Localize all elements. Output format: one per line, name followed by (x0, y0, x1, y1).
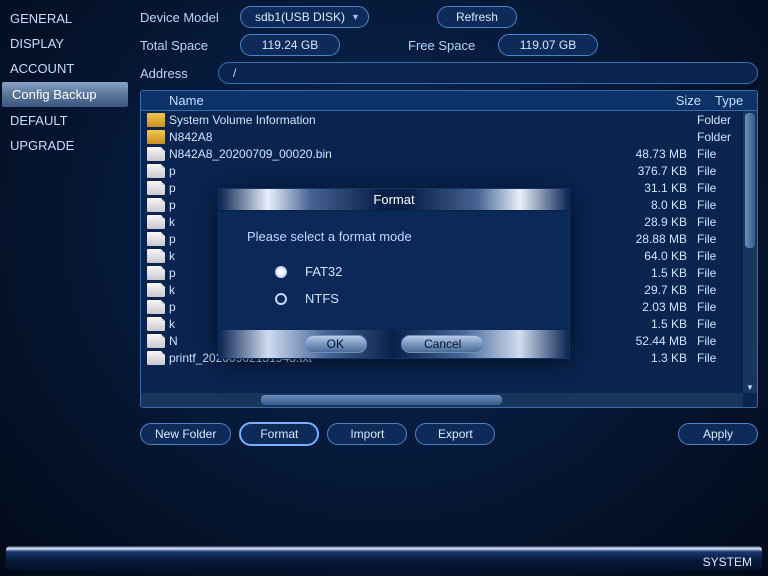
format-option-ntfs[interactable]: NTFS (247, 285, 549, 312)
file-size: 1.3 KB (597, 351, 697, 365)
ok-button[interactable]: OK (304, 335, 367, 353)
table-row[interactable]: N842A8 Folder (141, 128, 743, 145)
file-icon (147, 300, 165, 314)
cancel-button[interactable]: Cancel (401, 335, 484, 353)
file-icon (147, 232, 165, 246)
table-row[interactable]: p376.7 KBFile (141, 162, 743, 179)
format-option-label: FAT32 (305, 264, 342, 279)
file-size: 31.1 KB (597, 181, 697, 195)
file-type: File (697, 249, 743, 263)
file-type: File (697, 147, 743, 161)
status-bar: SYSTEM (6, 546, 762, 570)
free-space-label: Free Space (408, 38, 488, 53)
sidebar-item-default[interactable]: DEFAULT (0, 108, 130, 133)
file-type: Folder (697, 113, 743, 127)
dialog-button-bar: OK Cancel (219, 330, 569, 358)
total-space-value: 119.24 GB (240, 34, 340, 56)
dialog-message: Please select a format mode (247, 229, 549, 244)
table-row[interactable]: N842A8_20200709_00020.bin48.73 MBFile (141, 145, 743, 162)
new-folder-button[interactable]: New Folder (140, 423, 231, 445)
file-icon (147, 164, 165, 178)
file-name: N842A8_20200709_00020.bin (169, 147, 597, 161)
file-type: File (697, 317, 743, 331)
folder-icon (147, 130, 165, 144)
file-name: System Volume Information (169, 113, 597, 127)
format-dialog: Format Please select a format mode FAT32… (218, 188, 570, 359)
sidebar-item-config-backup[interactable]: Config Backup (2, 82, 128, 107)
radio-selected-icon (275, 266, 287, 278)
address-label: Address (140, 66, 200, 81)
apply-button[interactable]: Apply (678, 423, 758, 445)
sidebar-item-general[interactable]: GENERAL (0, 6, 130, 31)
dialog-titlebar[interactable]: Format (219, 189, 569, 211)
file-size: 52.44 MB (597, 334, 697, 348)
file-size: 8.0 KB (597, 198, 697, 212)
vertical-scroll-thumb[interactable] (745, 113, 755, 248)
file-type: File (697, 334, 743, 348)
sidebar-item-display[interactable]: DISPLAY (0, 31, 130, 56)
device-model-value: sdb1(USB DISK) (255, 10, 345, 24)
file-icon (147, 334, 165, 348)
sidebar: GENERAL DISPLAY ACCOUNT Config Backup DE… (0, 0, 130, 158)
sidebar-item-upgrade[interactable]: UPGRADE (0, 133, 130, 158)
chevron-down-icon: ▼ (351, 12, 360, 22)
file-type: File (697, 266, 743, 280)
table-row[interactable]: System Volume Information Folder (141, 111, 743, 128)
file-type: File (697, 232, 743, 246)
horizontal-scroll-thumb[interactable] (261, 395, 502, 405)
address-input[interactable]: / (218, 62, 758, 84)
file-size: 1.5 KB (597, 317, 697, 331)
file-icon (147, 317, 165, 331)
file-icon (147, 181, 165, 195)
device-model-label: Device Model (140, 10, 230, 25)
file-type: File (697, 283, 743, 297)
col-name[interactable]: Name (141, 93, 611, 108)
file-type: File (697, 300, 743, 314)
file-size: 28.9 KB (597, 215, 697, 229)
export-button[interactable]: Export (415, 423, 495, 445)
format-option-label: NTFS (305, 291, 339, 306)
file-icon (147, 249, 165, 263)
format-option-fat32[interactable]: FAT32 (247, 258, 549, 285)
format-button[interactable]: Format (239, 422, 319, 446)
dialog-title: Format (373, 192, 414, 207)
import-button[interactable]: Import (327, 423, 407, 445)
free-space-value: 119.07 GB (498, 34, 598, 56)
file-size: 2.03 MB (597, 300, 697, 314)
file-size: 29.7 KB (597, 283, 697, 297)
device-model-select[interactable]: sdb1(USB DISK) ▼ (240, 6, 369, 28)
file-size: 48.73 MB (597, 147, 697, 161)
refresh-button[interactable]: Refresh (437, 6, 517, 28)
file-icon (147, 147, 165, 161)
file-type: File (697, 215, 743, 229)
vertical-scrollbar[interactable]: ▲ ▼ (743, 111, 757, 393)
status-label: SYSTEM (703, 555, 752, 569)
col-type[interactable]: Type (711, 93, 757, 108)
file-type: File (697, 164, 743, 178)
file-size: 1.5 KB (597, 266, 697, 280)
scroll-down-icon[interactable]: ▼ (745, 383, 755, 393)
file-icon (147, 215, 165, 229)
folder-icon (147, 113, 165, 127)
file-type: File (697, 351, 743, 365)
file-name: p (169, 164, 597, 178)
file-size: 28.88 MB (597, 232, 697, 246)
total-space-label: Total Space (140, 38, 230, 53)
radio-unselected-icon (275, 293, 287, 305)
sidebar-item-account[interactable]: ACCOUNT (0, 56, 130, 81)
file-icon (147, 283, 165, 297)
file-grid-header: Name Size Type (141, 91, 757, 111)
file-icon (147, 266, 165, 280)
file-icon (147, 351, 165, 365)
file-type: File (697, 181, 743, 195)
file-type: Folder (697, 130, 743, 144)
col-size[interactable]: Size (611, 93, 711, 108)
horizontal-scrollbar[interactable] (141, 393, 743, 407)
file-size: 376.7 KB (597, 164, 697, 178)
file-size: 64.0 KB (597, 249, 697, 263)
file-type: File (697, 198, 743, 212)
file-name: N842A8 (169, 130, 597, 144)
file-icon (147, 198, 165, 212)
